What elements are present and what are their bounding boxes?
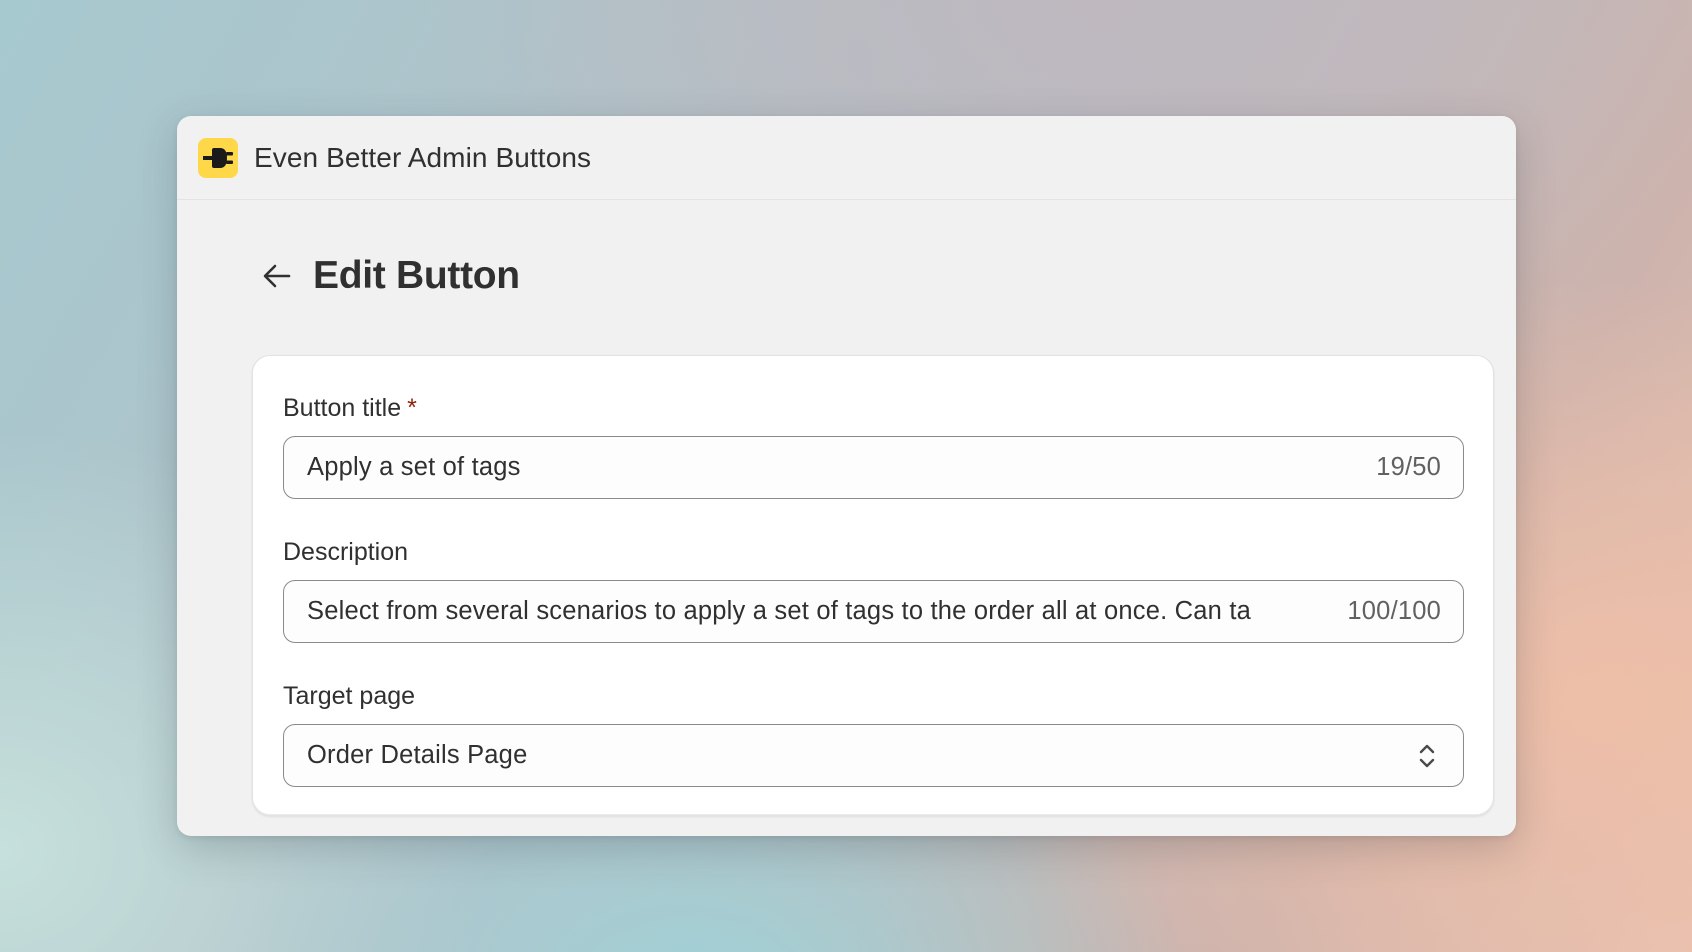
target-page-label: Target page bbox=[283, 682, 416, 710]
button-title-field: Button title * Apply a set of tags 19/50 bbox=[283, 393, 1464, 499]
page-header: Edit Button bbox=[257, 254, 520, 298]
description-value: Select from several scenarios to apply a… bbox=[307, 597, 1251, 625]
description-label: Description bbox=[283, 538, 409, 566]
button-title-value: Apply a set of tags bbox=[307, 453, 521, 481]
target-page-value: Order Details Page bbox=[307, 741, 528, 769]
description-field: Description Select from several scenario… bbox=[283, 537, 1464, 643]
select-arrows-icon bbox=[1413, 739, 1441, 773]
button-title-input[interactable]: Apply a set of tags 19/50 bbox=[283, 436, 1464, 499]
app-title: Even Better Admin Buttons bbox=[254, 141, 592, 173]
required-marker: * bbox=[407, 394, 417, 422]
arrow-left-icon bbox=[263, 264, 291, 288]
back-button[interactable] bbox=[257, 256, 297, 296]
description-counter: 100/100 bbox=[1347, 597, 1441, 625]
description-input[interactable]: Select from several scenarios to apply a… bbox=[283, 580, 1464, 643]
page-title: Edit Button bbox=[313, 254, 520, 297]
app-titlebar: Even Better Admin Buttons bbox=[177, 116, 1516, 200]
plug-icon bbox=[198, 137, 238, 178]
target-page-field: Target page Order Details Page bbox=[283, 681, 1464, 787]
button-title-label: Button title * bbox=[283, 394, 417, 422]
app-window: Even Better Admin Buttons Edit Button Bu… bbox=[177, 116, 1516, 836]
target-page-select[interactable]: Order Details Page bbox=[283, 724, 1464, 787]
edit-button-form-card: Button title * Apply a set of tags 19/50 … bbox=[252, 355, 1494, 816]
button-title-counter: 19/50 bbox=[1376, 453, 1441, 481]
